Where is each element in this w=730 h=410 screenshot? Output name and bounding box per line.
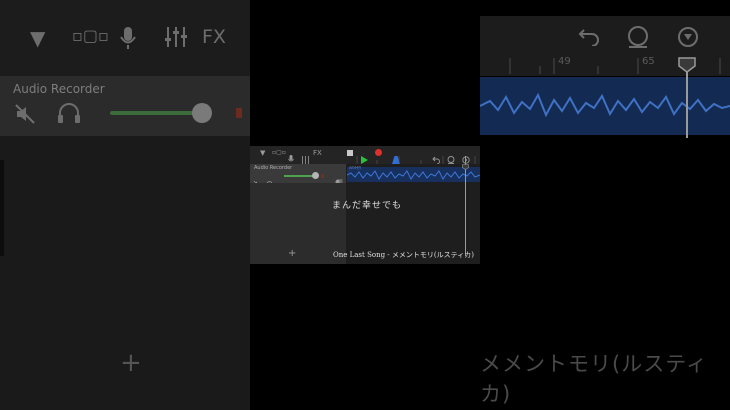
add-track-button[interactable]: + [288, 248, 296, 259]
fx-button[interactable]: FX [313, 149, 322, 157]
browser-icon[interactable]: ▫▢▫ [272, 149, 286, 156]
bg-fx-icon: FX [202, 26, 226, 48]
bg-headphones-icon [57, 102, 81, 128]
volume-knob[interactable] [312, 172, 319, 179]
bg-loop-icon [626, 26, 650, 52]
bg-mixer-icon [164, 26, 188, 52]
track-list-dropdown-icon[interactable]: ▼ [260, 149, 265, 157]
song-title-caption: One Last Song - メメントモリ(ルスティカ) [333, 251, 474, 259]
record-enable-indicator [321, 174, 324, 178]
bg-browser-icon: ▫▢▫ [72, 26, 109, 45]
audio-region[interactable] [346, 167, 480, 182]
background-right-panel: 49 65 メメントモリ(ルスティカ) [479, 0, 730, 410]
bg-audio-region [479, 77, 730, 135]
playhead-handle[interactable] [462, 155, 469, 174]
bg-mute-icon [15, 104, 37, 128]
background-left-panel: ▼ ▫▢▫ FX Audio Recorder + [0, 0, 250, 410]
bg-track-name: Audio Recorder [13, 82, 105, 96]
bg-ruler-mark: 49 [558, 56, 571, 67]
garageband-window: ▼ ▫▢▫ FX Audio Recorder ﾒﾒﾝﾄﾓﾘ + まんだ幸せでも… [250, 146, 480, 264]
timeline-ruler[interactable] [347, 154, 480, 164]
bg-ruler-mark: 65 [642, 56, 655, 67]
bg-dropdown-icon: ▼ [30, 26, 46, 50]
track-name: Audio Recorder [254, 165, 293, 171]
lyric-line: まんだ幸せでも [332, 201, 403, 211]
bg-settings-icon [676, 25, 700, 53]
bg-edge [0, 160, 4, 256]
track-empty-area [250, 183, 346, 264]
bg-volume-knob [192, 103, 212, 123]
region-name: ﾒﾒﾝﾄﾓﾘ [349, 165, 361, 170]
bg-add-track-icon: + [120, 348, 142, 378]
bg-record-indicator [236, 108, 242, 118]
bg-lyric-text: メメントモリ(ルスティカ) [480, 352, 708, 406]
bg-playhead-handle [678, 57, 696, 77]
bg-undo-icon [578, 26, 600, 50]
bg-mic-icon [120, 26, 136, 54]
